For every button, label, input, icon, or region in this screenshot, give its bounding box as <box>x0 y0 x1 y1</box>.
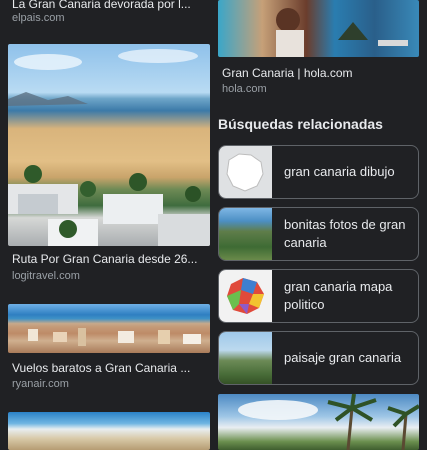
hola-photo <box>276 8 408 57</box>
result-source: elpais.com <box>12 12 65 24</box>
result-title: Ruta Por Gran Canaria desde 26... <box>12 252 198 266</box>
related-search-mapa-politico[interactable]: gran canaria mapa politico <box>218 269 419 323</box>
result-source: logitravel.com <box>12 270 80 282</box>
related-search-bonitas-fotos[interactable]: bonitas fotos de gran canaria <box>218 207 419 261</box>
related-thumbnail <box>219 270 272 322</box>
result-image-hola[interactable] <box>218 0 419 57</box>
related-label: bonitas fotos de gran canaria <box>284 217 406 250</box>
result-title: La Gran Canaria devorada por l... <box>12 0 191 11</box>
result-source: ryanair.com <box>12 378 69 390</box>
related-thumbnail <box>219 146 272 198</box>
result-title: Vuelos baratos a Gran Canaria ... <box>12 361 191 375</box>
island-silhouette-icon <box>226 153 264 192</box>
related-thumbnail <box>219 208 272 260</box>
political-map-icon <box>227 278 264 314</box>
result-image-palms[interactable] <box>218 394 419 450</box>
related-searches-heading: Búsquedas relacionadas <box>218 116 383 132</box>
city-photo <box>8 326 210 353</box>
result-image-beach[interactable] <box>8 412 210 450</box>
related-thumbnail <box>219 332 272 384</box>
related-label: paisaje gran canaria <box>284 350 402 365</box>
result-title: Gran Canaria | hola.com <box>222 66 353 80</box>
result-image-dunes[interactable] <box>8 44 210 246</box>
dunes-photo <box>8 49 210 246</box>
related-label: gran canaria dibujo <box>284 164 395 179</box>
result-image-city[interactable] <box>8 304 210 353</box>
related-search-paisaje[interactable]: paisaje gran canaria <box>218 331 419 385</box>
palms-photo <box>238 394 419 450</box>
related-label: gran canaria mapa politico <box>284 279 393 312</box>
related-search-gran-canaria-dibujo[interactable]: gran canaria dibujo <box>218 145 419 199</box>
result-source: hola.com <box>222 83 267 95</box>
